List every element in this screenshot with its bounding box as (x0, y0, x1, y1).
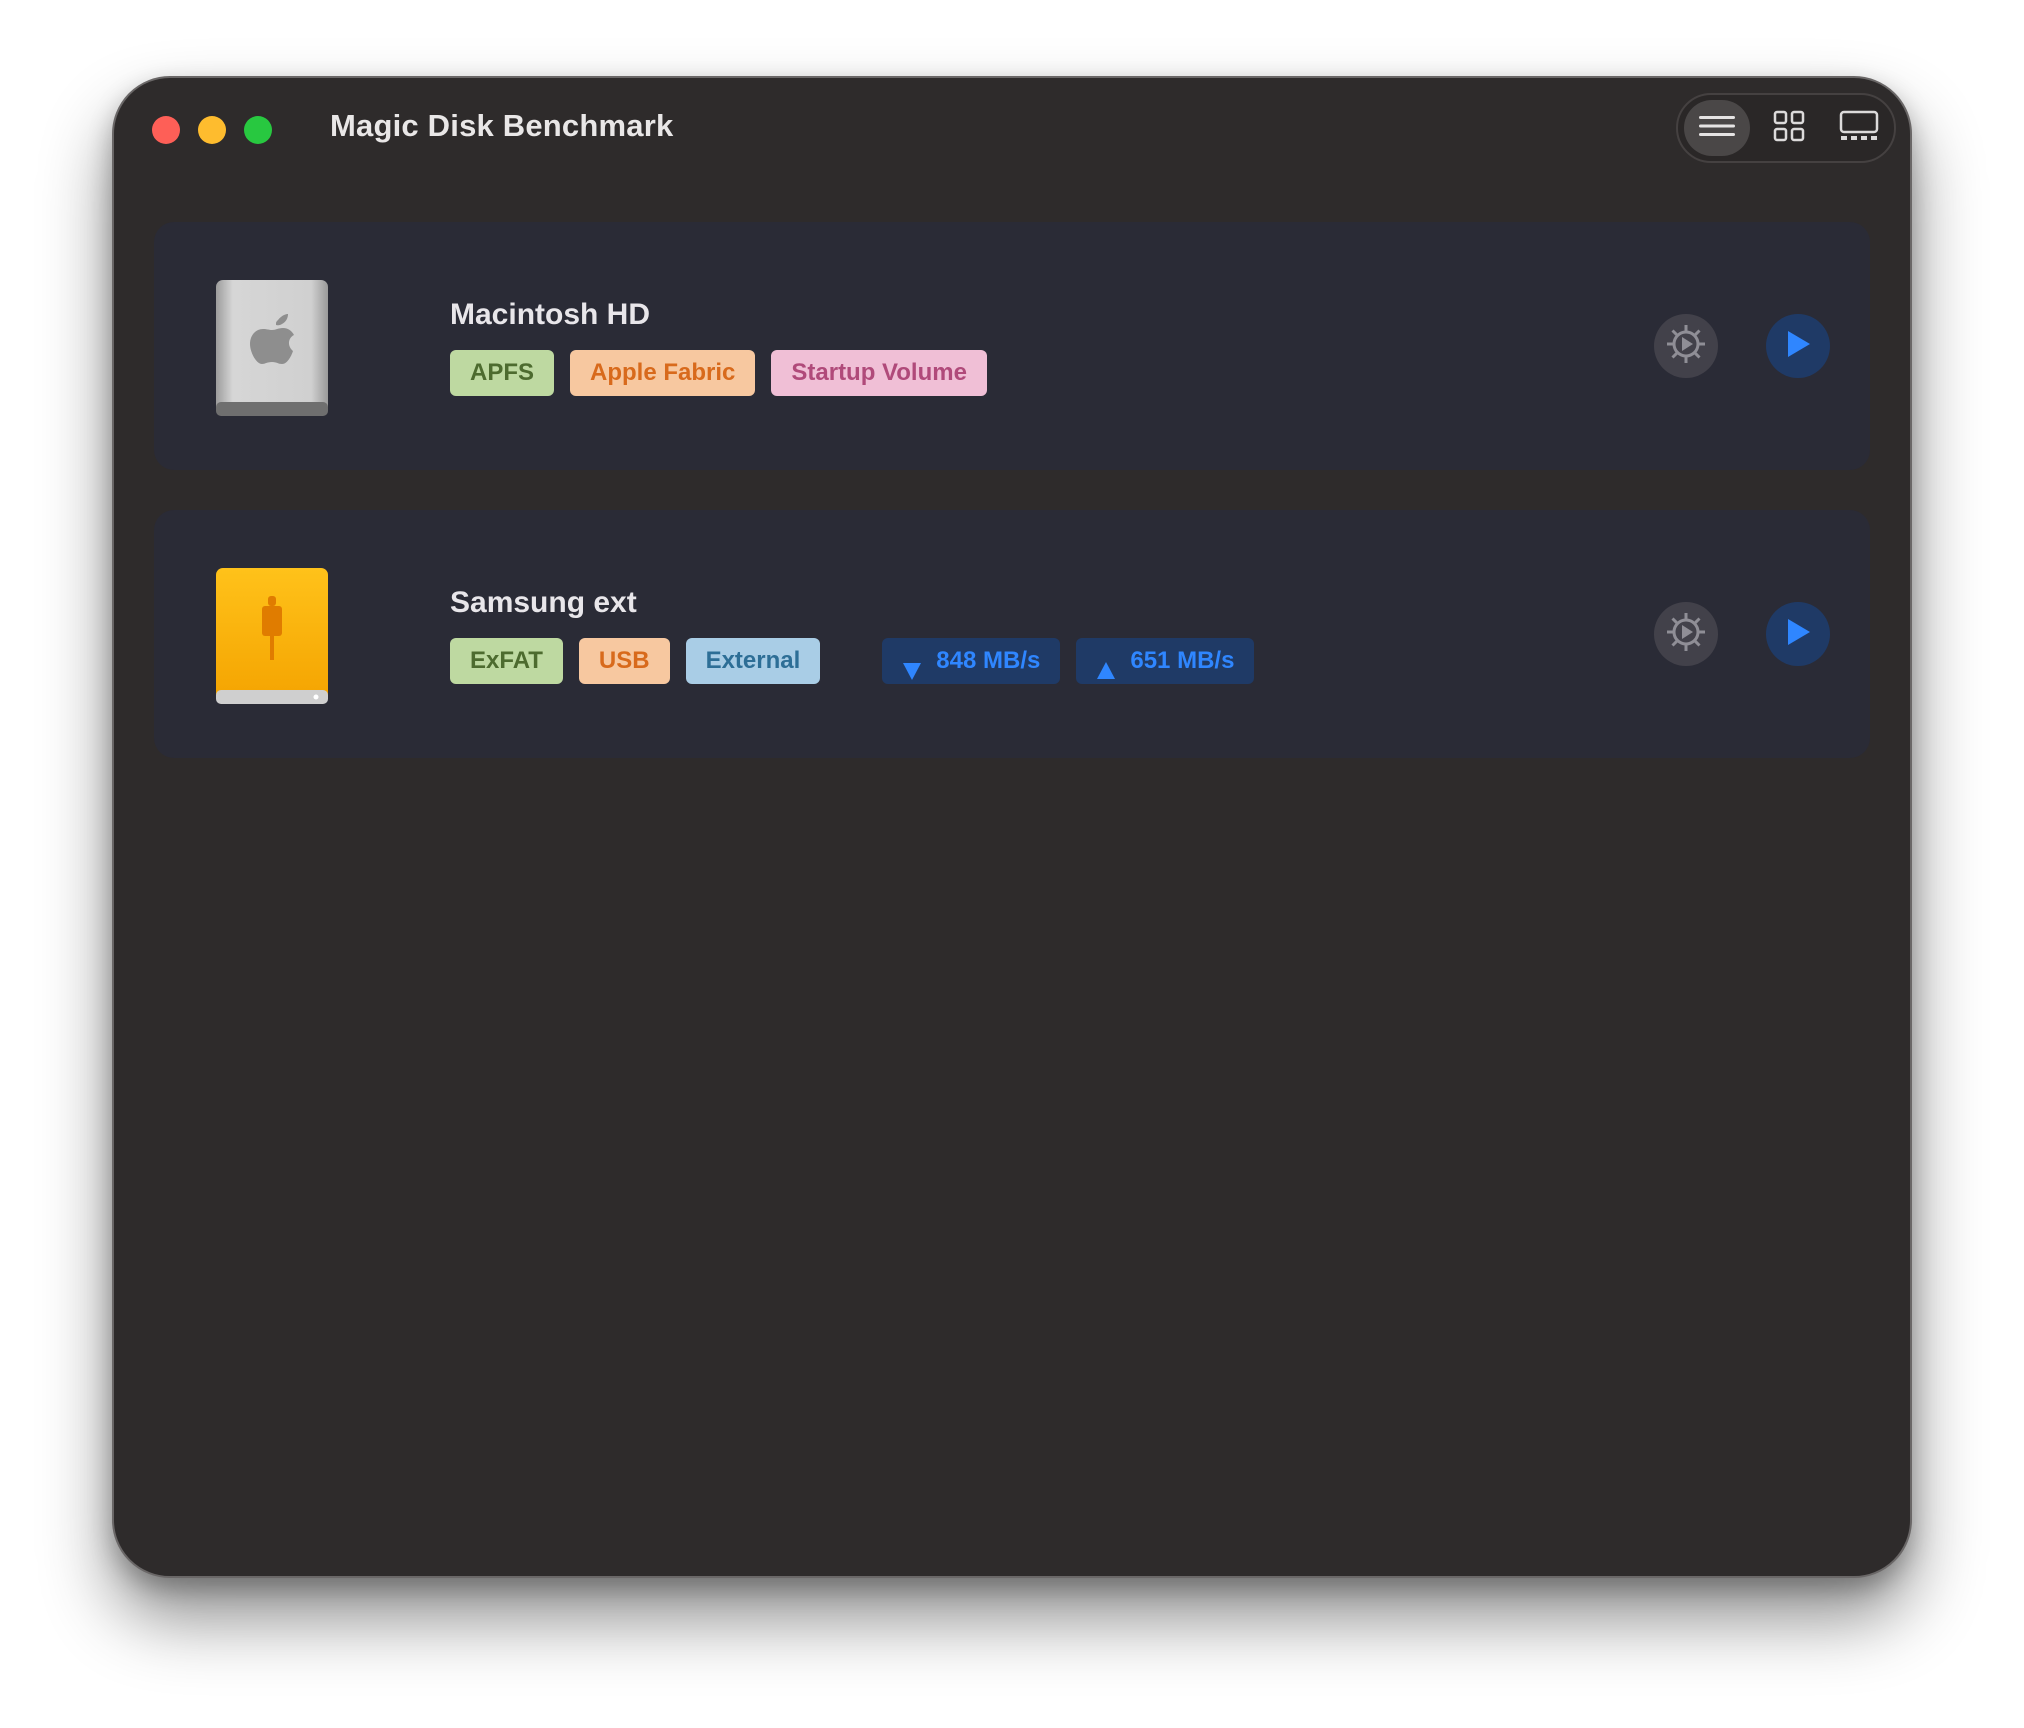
zoom-window-button[interactable] (244, 116, 272, 144)
list-view-icon (1699, 114, 1735, 143)
list-view-button[interactable] (1684, 100, 1750, 156)
disk-name: Samsung ext (450, 586, 637, 619)
gear-icon (1664, 322, 1708, 371)
run-benchmark-button[interactable] (1766, 602, 1830, 666)
disk-settings-button[interactable] (1654, 602, 1718, 666)
disk-name: Macintosh HD (450, 298, 651, 331)
read-speed-value: 848 MB/s (936, 647, 1041, 674)
disk-card-samsung-ext[interactable]: Samsung ext ExFAT USB External 848 MB/s … (154, 510, 1870, 758)
write-speed-badge: 651 MB/s (1076, 638, 1255, 684)
play-icon (1785, 330, 1811, 363)
play-icon (1785, 618, 1811, 651)
filesystem-tag: APFS (450, 350, 555, 396)
minimize-window-button[interactable] (198, 116, 226, 144)
filesystem-tag: ExFAT (450, 638, 563, 684)
gallery-view-icon (1839, 110, 1879, 147)
grid-view-icon (1773, 110, 1805, 147)
gear-icon (1664, 610, 1708, 659)
location-tag: External (685, 638, 821, 684)
close-window-button[interactable] (152, 116, 180, 144)
volume-type-tag: Startup Volume (771, 350, 987, 396)
title-bar: Magic Disk Benchmark (114, 78, 1910, 188)
write-speed-value: 651 MB/s (1130, 647, 1235, 674)
read-speed-badge: 848 MB/s (882, 638, 1061, 684)
arrow-up-icon (1096, 651, 1116, 679)
run-benchmark-button[interactable] (1766, 314, 1830, 378)
view-switcher (1676, 93, 1896, 163)
internal-drive-icon (216, 280, 328, 416)
disk-card-macintosh-hd[interactable]: Macintosh HD APFS Apple Fabric Startup V… (154, 222, 1870, 470)
gallery-view-button[interactable] (1826, 100, 1892, 156)
interface-tag: USB (578, 638, 670, 684)
external-usb-drive-icon (216, 568, 328, 704)
grid-view-button[interactable] (1756, 100, 1822, 156)
arrow-down-icon (902, 651, 922, 680)
window-title: Magic Disk Benchmark (330, 108, 674, 143)
app-window: Magic Disk Benchmark Macintosh HD APFS A… (112, 76, 1912, 1578)
interface-tag: Apple Fabric (570, 350, 756, 396)
disk-settings-button[interactable] (1654, 314, 1718, 378)
disk-tags: ExFAT USB External 848 MB/s 651 MB/s (450, 638, 1255, 684)
disk-tags: APFS Apple Fabric Startup Volume (450, 350, 987, 396)
